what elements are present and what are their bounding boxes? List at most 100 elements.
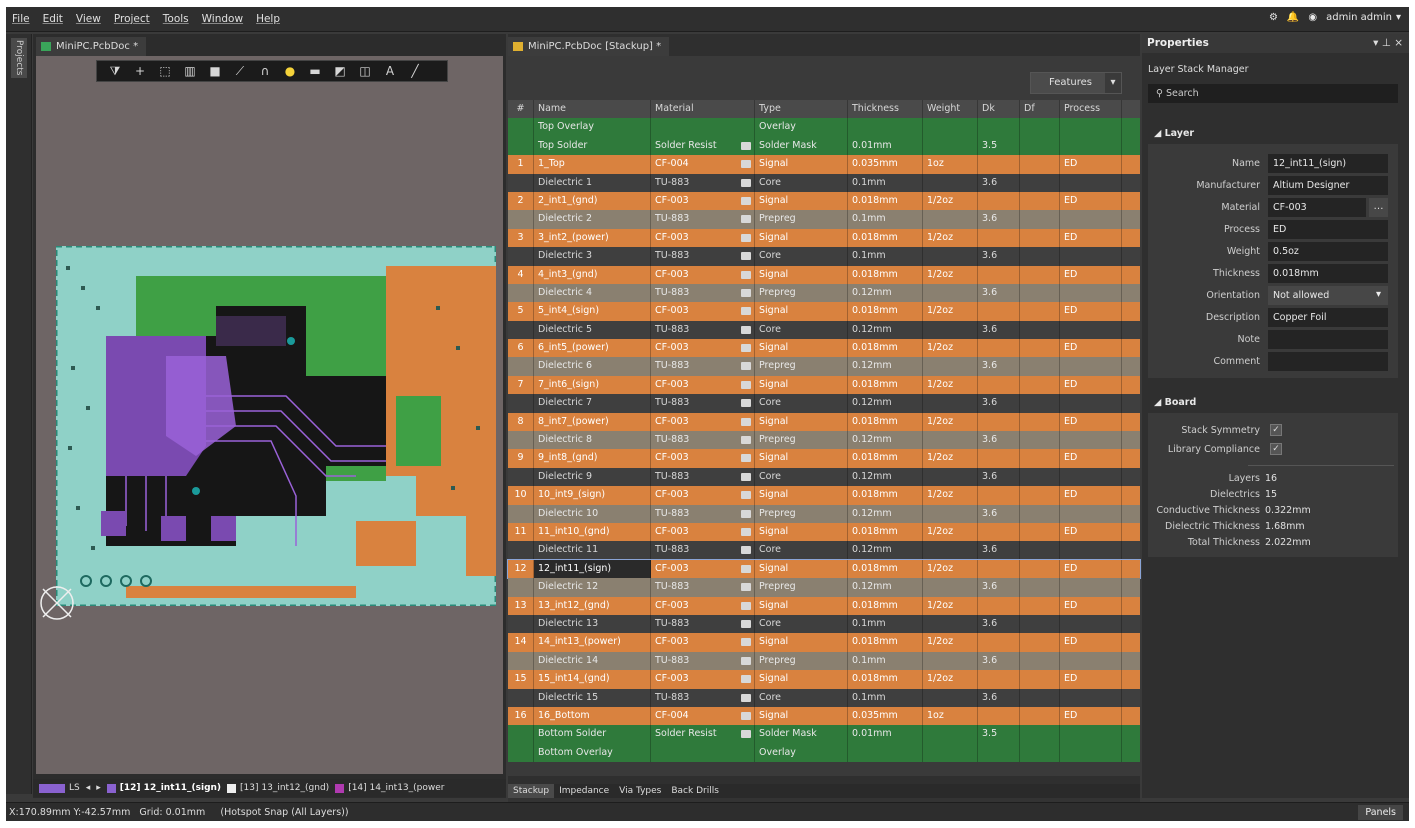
table-row[interactable]: 5 5_int4_(sign) CF-003 Signal 0.018mm 1/2oz ED bbox=[508, 302, 1140, 321]
menu-file[interactable]: File bbox=[12, 13, 30, 25]
tab-impedance[interactable]: Impedance bbox=[554, 784, 614, 798]
material-menu-icon[interactable] bbox=[741, 472, 751, 481]
table-row[interactable]: Dielectric 13 TU-883 Core 0.1mm 3.6 bbox=[508, 614, 1140, 634]
menu-window[interactable]: Window bbox=[202, 13, 243, 25]
region-icon[interactable]: ◩ bbox=[328, 64, 352, 78]
line-icon[interactable]: ╱ bbox=[403, 64, 427, 78]
component-icon[interactable]: ■ bbox=[203, 64, 227, 78]
layer-tab-14[interactable]: [14] 14_int13_(power bbox=[348, 783, 444, 793]
menu-edit[interactable]: Edit bbox=[43, 13, 63, 25]
table-row[interactable]: Dielectric 8 TU-883 Prepreg 0.12mm 3.6 bbox=[508, 431, 1140, 450]
material-menu-icon[interactable] bbox=[741, 656, 751, 665]
table-row[interactable]: Dielectric 4 TU-883 Prepreg 0.12mm 3.6 bbox=[508, 283, 1140, 303]
table-row[interactable]: Bottom Solder Solder Resist Solder Mask 0.0… bbox=[508, 725, 1140, 744]
material-menu-icon[interactable] bbox=[741, 711, 751, 720]
material-menu-icon[interactable] bbox=[741, 178, 751, 187]
menu-help[interactable]: Help bbox=[256, 13, 280, 25]
material-menu-icon[interactable] bbox=[741, 215, 751, 224]
material-menu-icon[interactable] bbox=[741, 601, 751, 610]
stack-symmetry-checkbox[interactable]: ✓ bbox=[1270, 424, 1282, 436]
col-header-type[interactable]: Type bbox=[755, 100, 848, 119]
table-row[interactable]: Dielectric 7 TU-883 Core 0.12mm 3.6 bbox=[508, 394, 1140, 413]
note-field[interactable] bbox=[1268, 330, 1388, 349]
col-header-dk[interactable]: Dk bbox=[978, 100, 1020, 119]
table-row[interactable]: Dielectric 6 TU-883 Prepreg 0.12mm 3.6 bbox=[508, 357, 1140, 376]
close-icon[interactable]: × bbox=[1394, 37, 1403, 49]
layer-section-header[interactable]: ◢ Layer bbox=[1154, 128, 1194, 139]
tab-stackup[interactable]: Stackup bbox=[508, 784, 555, 798]
features-dropdown[interactable]: Features ▾ bbox=[1030, 72, 1122, 94]
col-header-df[interactable]: Df bbox=[1020, 100, 1060, 119]
menu-tools[interactable]: Tools bbox=[163, 13, 189, 25]
dimension-icon[interactable]: ◫ bbox=[353, 64, 377, 78]
material-menu-icon[interactable] bbox=[741, 196, 751, 205]
user-icon[interactable]: ◉ bbox=[1308, 12, 1317, 23]
pcb-doc-tab[interactable]: MiniPC.PcbDoc * bbox=[36, 37, 147, 56]
material-menu-icon[interactable] bbox=[741, 270, 751, 279]
material-menu-icon[interactable] bbox=[741, 160, 751, 169]
material-browse-button[interactable]: … bbox=[1369, 198, 1388, 217]
table-row[interactable]: Dielectric 14 TU-883 Prepreg 0.1mm 3.6 bbox=[508, 651, 1140, 671]
chevron-down-icon[interactable]: ▾ bbox=[1396, 12, 1401, 23]
material-menu-icon[interactable] bbox=[741, 730, 751, 739]
pcb-canvas[interactable]: ⧩ + ⬚ ▥ ■ ⟋ ∩ ● ▬ ◩ ◫ A ╱ bbox=[36, 56, 503, 774]
table-row[interactable]: Dielectric 15 TU-883 Core 0.1mm 3.6 bbox=[508, 688, 1140, 707]
menu-project[interactable]: Project bbox=[114, 13, 150, 25]
material-menu-icon[interactable] bbox=[741, 509, 751, 518]
pad-icon[interactable]: ● bbox=[278, 64, 302, 78]
table-row[interactable]: 12 12_int11_(sign) CF-003 Signal 0.018mm 1/2o… bbox=[507, 558, 1141, 580]
gear-icon[interactable]: ⚙ bbox=[1269, 12, 1278, 23]
table-row[interactable]: 14 14_int13_(power) CF-003 Signal 0.018mm 1/2… bbox=[508, 633, 1140, 652]
table-row[interactable]: 7 7_int6_(sign) CF-003 Signal 0.018mm 1/2oz ED bbox=[508, 375, 1140, 395]
name-field[interactable]: 12_int11_(sign) bbox=[1268, 154, 1388, 173]
projects-side-tab[interactable]: Projects bbox=[11, 38, 27, 78]
col-header-name[interactable]: Name bbox=[534, 100, 651, 119]
material-menu-icon[interactable] bbox=[741, 233, 751, 242]
chart-icon[interactable]: ▥ bbox=[178, 64, 202, 78]
material-menu-icon[interactable] bbox=[741, 307, 751, 316]
thickness-field[interactable]: 0.018mm bbox=[1268, 264, 1388, 283]
table-row[interactable]: 1 1_Top CF-004 Signal 0.035mm 1oz ED bbox=[508, 155, 1140, 174]
orientation-select[interactable]: Not allowed bbox=[1268, 286, 1388, 305]
menu-view[interactable]: View bbox=[76, 13, 101, 25]
table-row[interactable]: 9 9_int8_(gnd) CF-003 Signal 0.018mm 1/2oz ED bbox=[508, 449, 1140, 468]
table-row[interactable]: Dielectric 12 TU-883 Prepreg 0.12mm 3.6 bbox=[508, 578, 1140, 597]
material-menu-icon[interactable] bbox=[741, 344, 751, 353]
scroll-left-icon[interactable]: ◂ bbox=[86, 783, 91, 793]
material-menu-icon[interactable] bbox=[741, 491, 751, 500]
material-menu-icon[interactable] bbox=[741, 141, 751, 150]
library-compliance-checkbox[interactable]: ✓ bbox=[1270, 443, 1282, 455]
col-header-material[interactable]: Material bbox=[651, 100, 755, 119]
table-row[interactable]: Dielectric 5 TU-883 Core 0.12mm 3.6 bbox=[508, 320, 1140, 340]
table-row[interactable]: Top Solder Solder Resist Solder Mask 0.01mm… bbox=[508, 136, 1140, 156]
material-menu-icon[interactable] bbox=[741, 417, 751, 426]
material-menu-icon[interactable] bbox=[741, 527, 751, 536]
material-menu-icon[interactable] bbox=[741, 288, 751, 297]
material-menu-icon[interactable] bbox=[741, 564, 751, 573]
table-row[interactable]: Dielectric 9 TU-883 Core 0.12mm 3.6 bbox=[508, 467, 1140, 487]
pin-icon[interactable]: ⊥ bbox=[1382, 37, 1391, 49]
table-row[interactable]: Dielectric 10 TU-883 Prepreg 0.12mm 3.6 bbox=[508, 504, 1140, 523]
description-field[interactable]: Copper Foil bbox=[1268, 308, 1388, 327]
table-row[interactable]: Dielectric 3 TU-883 Core 0.1mm 3.6 bbox=[508, 247, 1140, 266]
table-row[interactable]: 16 16_Bottom CF-004 Signal 0.035mm 1oz ED bbox=[508, 706, 1140, 726]
material-menu-icon[interactable] bbox=[741, 619, 751, 628]
table-row[interactable]: 15 15_int14_(gnd) CF-003 Signal 0.018mm 1/2oz… bbox=[508, 670, 1140, 689]
material-menu-icon[interactable] bbox=[741, 380, 751, 389]
search-input[interactable]: ⚲ Search bbox=[1148, 84, 1398, 103]
material-menu-icon[interactable] bbox=[741, 252, 751, 261]
diff-pair-icon[interactable]: ∩ bbox=[253, 64, 277, 78]
col-header-process[interactable]: Process bbox=[1060, 100, 1122, 119]
table-row[interactable]: 10 10_int9_(sign) CF-003 Signal 0.018mm 1/2oz… bbox=[508, 486, 1140, 505]
table-row[interactable]: 8 8_int7_(power) CF-003 Signal 0.018mm 1/2oz E… bbox=[508, 412, 1140, 432]
material-menu-icon[interactable] bbox=[741, 362, 751, 371]
bell-icon[interactable]: 🔔 bbox=[1287, 12, 1299, 23]
material-menu-icon[interactable] bbox=[741, 638, 751, 647]
text-icon[interactable]: A bbox=[378, 64, 402, 78]
table-row[interactable]: Dielectric 1 TU-883 Core 0.1mm 3.6 bbox=[508, 173, 1140, 192]
material-menu-icon[interactable] bbox=[741, 436, 751, 445]
material-menu-icon[interactable] bbox=[741, 583, 751, 592]
table-row[interactable]: 4 4_int3_(gnd) CF-003 Signal 0.018mm 1/2oz ED bbox=[508, 265, 1140, 284]
col-header-weight[interactable]: Weight bbox=[923, 100, 978, 119]
panels-button[interactable]: Panels bbox=[1358, 805, 1403, 820]
